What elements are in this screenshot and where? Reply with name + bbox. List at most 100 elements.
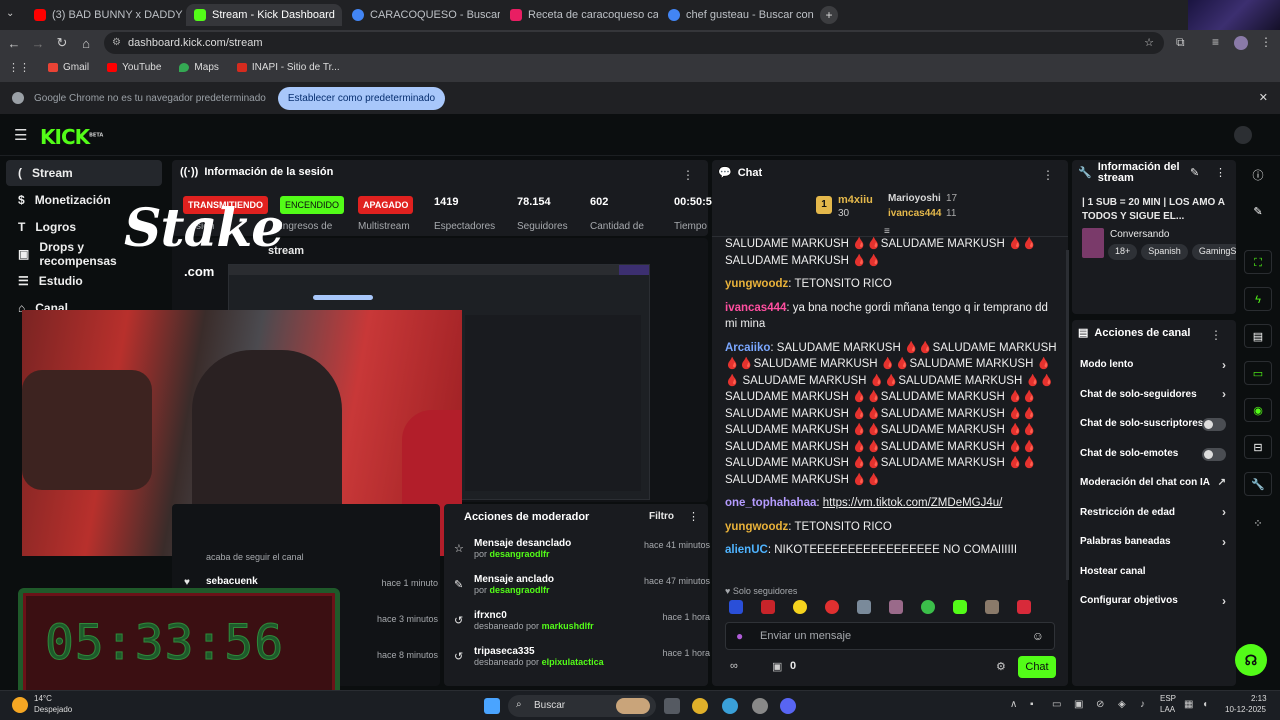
- emote-icon[interactable]: [761, 600, 775, 614]
- windows-start-icon[interactable]: [484, 698, 500, 714]
- channel-action-item[interactable]: Palabras baneadas ›: [1072, 527, 1236, 557]
- chat-scrollbar[interactable]: [1066, 250, 1069, 580]
- mod-action-user[interactable]: markushdlfr: [542, 621, 594, 631]
- language-indicator-sub[interactable]: LAA: [1160, 705, 1175, 714]
- set-default-button[interactable]: Establecer como predeterminado: [277, 86, 446, 110]
- chat-input[interactable]: ● Enviar un mensaje ☺: [725, 622, 1055, 650]
- app-icon[interactable]: [752, 698, 768, 714]
- close-icon[interactable]: ✕: [341, 9, 342, 22]
- reload-icon[interactable]: ↻: [50, 35, 74, 51]
- weather-temp[interactable]: 14°C: [34, 694, 52, 703]
- channel-action-item[interactable]: Moderación del chat con IA ↗: [1072, 468, 1236, 498]
- extensions-icon[interactable]: ⧉: [1176, 35, 1185, 50]
- bookmark-gmail[interactable]: Gmail: [48, 62, 89, 73]
- tray-icon[interactable]: ◈: [1118, 699, 1126, 710]
- channel-action-item[interactable]: Chat de solo-seguidores ›: [1072, 380, 1236, 410]
- chat-username[interactable]: alienUC: [725, 544, 768, 556]
- tray-chevron-icon[interactable]: ∧: [1010, 699, 1017, 710]
- chrome-profile-icon[interactable]: [722, 698, 738, 714]
- new-tab-icon[interactable]: +: [820, 6, 838, 24]
- microphone-icon[interactable]: ●: [736, 629, 743, 643]
- tag[interactable]: GamingS: [1191, 244, 1236, 260]
- url-input[interactable]: ⚙ dashboard.kick.com/stream ☆: [104, 32, 1164, 54]
- connect-icon[interactable]: ⁘: [1244, 512, 1272, 536]
- gift-icon[interactable]: ▣: [772, 660, 782, 673]
- browser-tab-active[interactable]: Stream - Kick Dashboard ✕: [186, 4, 342, 26]
- emoji-icon[interactable]: ☺: [1032, 629, 1044, 643]
- top-user-name[interactable]: Marioyoshi: [888, 193, 941, 204]
- chat-username[interactable]: yungwoodz: [725, 521, 788, 533]
- top-user-name[interactable]: ivancas444: [888, 208, 941, 219]
- more-icon[interactable]: ⋮: [1042, 168, 1054, 182]
- clock-date[interactable]: 10-12-2025: [1225, 705, 1266, 714]
- lightning-icon[interactable]: ϟ: [1244, 287, 1272, 311]
- back-icon[interactable]: ←: [2, 36, 26, 51]
- chat-username[interactable]: Arcaiiko: [725, 342, 770, 354]
- close-icon[interactable]: ✕: [1259, 91, 1268, 104]
- chat-username[interactable]: one_tophahahaa: [725, 497, 816, 509]
- sidebar-item-stream[interactable]: (Stream: [6, 160, 162, 186]
- more-icon[interactable]: ⋮: [1215, 166, 1226, 179]
- discord-icon[interactable]: [780, 698, 796, 714]
- browser-tab[interactable]: CARACOQUESO - Buscar con G… ✕: [344, 4, 500, 26]
- tray-icon[interactable]: ▭: [1052, 699, 1061, 710]
- tray-icon[interactable]: ⊘: [1096, 699, 1104, 710]
- media-icon[interactable]: ≡: [1212, 35, 1219, 49]
- channel-action-item[interactable]: Hostear canal: [1072, 557, 1236, 587]
- clipboard-icon[interactable]: ▤: [1244, 324, 1272, 348]
- channel-action-item[interactable]: Configurar objetivos ›: [1072, 586, 1236, 616]
- volume-icon[interactable]: ◖: [1202, 699, 1208, 710]
- taskbar-search[interactable]: ⌕ Buscar: [508, 695, 656, 717]
- task-view-icon[interactable]: [664, 698, 680, 714]
- hamburger-menu-icon[interactable]: ☰: [14, 126, 27, 144]
- wrench-icon[interactable]: 🔧: [1244, 472, 1272, 496]
- chat-icon[interactable]: ▭: [1244, 361, 1272, 385]
- infinity-icon[interactable]: ∞: [730, 660, 738, 672]
- chat-link[interactable]: https://vm.tiktok.com/ZMDeMGJ4u/: [823, 497, 1003, 509]
- support-headset-icon[interactable]: ☊: [1235, 644, 1267, 676]
- clock-time[interactable]: 2:13: [1251, 694, 1267, 703]
- avatar[interactable]: [1234, 36, 1248, 50]
- bookmark-star-icon[interactable]: ☆: [1144, 32, 1154, 54]
- network-icon[interactable]: ▦: [1184, 699, 1193, 710]
- browser-tab[interactable]: (3) BAD BUNNY x DADDY YANK… ✕: [26, 4, 184, 26]
- emote-icon[interactable]: [825, 600, 839, 614]
- menu-icon[interactable]: ⋮: [1260, 35, 1272, 49]
- microphone-icon[interactable]: ♪: [1140, 699, 1145, 710]
- tray-icon[interactable]: ▣: [1074, 699, 1083, 710]
- more-icon[interactable]: ⋮: [1210, 328, 1222, 342]
- multistream-off-badge[interactable]: APAGADO: [358, 196, 414, 214]
- info-icon[interactable]: ⓘ: [1244, 164, 1272, 188]
- tag[interactable]: Spanish: [1141, 244, 1188, 260]
- mod-action-user[interactable]: desangraodlfr: [490, 549, 550, 559]
- fullscreen-icon[interactable]: ⛶: [1244, 250, 1272, 274]
- bookmark-maps[interactable]: Maps: [179, 62, 219, 73]
- mod-action-user[interactable]: desangraodlfr: [490, 585, 550, 595]
- sidebar-item-estudio[interactable]: ☰ Estudio: [6, 268, 162, 294]
- weather-desc[interactable]: Despejado: [34, 705, 72, 714]
- toggle-switch[interactable]: [1202, 418, 1226, 431]
- more-icon[interactable]: ⋮: [688, 510, 699, 523]
- channel-action-item[interactable]: Chat de solo-suscriptores: [1072, 409, 1236, 439]
- emote-icon[interactable]: [985, 600, 999, 614]
- layout-icon[interactable]: ⊟: [1244, 435, 1272, 459]
- browser-tab[interactable]: Receta de caracoqueso casero… ✕: [502, 4, 658, 26]
- channel-action-item[interactable]: Restricción de edad ›: [1072, 498, 1236, 528]
- channel-action-item[interactable]: Chat de solo-emotes: [1072, 439, 1236, 469]
- mod-action-user[interactable]: elpixulatactica: [542, 657, 604, 667]
- home-icon[interactable]: ⌂: [74, 36, 98, 51]
- bookmark-youtube[interactable]: YouTube: [107, 62, 161, 73]
- emote-icon[interactable]: [729, 600, 743, 614]
- bookmark-inapi[interactable]: INAPI - Sitio de Tr...: [236, 62, 340, 73]
- site-info-icon[interactable]: ⚙: [112, 32, 121, 54]
- apps-icon[interactable]: ⋮⋮: [8, 61, 30, 74]
- tag[interactable]: 18+: [1108, 244, 1138, 260]
- top-user-name[interactable]: m4xiiu: [838, 194, 873, 206]
- settings-gear-icon[interactable]: ⚙: [996, 660, 1006, 673]
- channel-action-item[interactable]: Modo lento ›: [1072, 350, 1236, 380]
- chat-username[interactable]: ivancas444: [725, 302, 786, 314]
- toggle-switch[interactable]: [1202, 447, 1226, 461]
- revenue-on-badge[interactable]: ENCENDIDO: [280, 196, 345, 214]
- broadcast-icon[interactable]: ◉: [1244, 398, 1272, 422]
- language-indicator[interactable]: ESP: [1160, 694, 1176, 703]
